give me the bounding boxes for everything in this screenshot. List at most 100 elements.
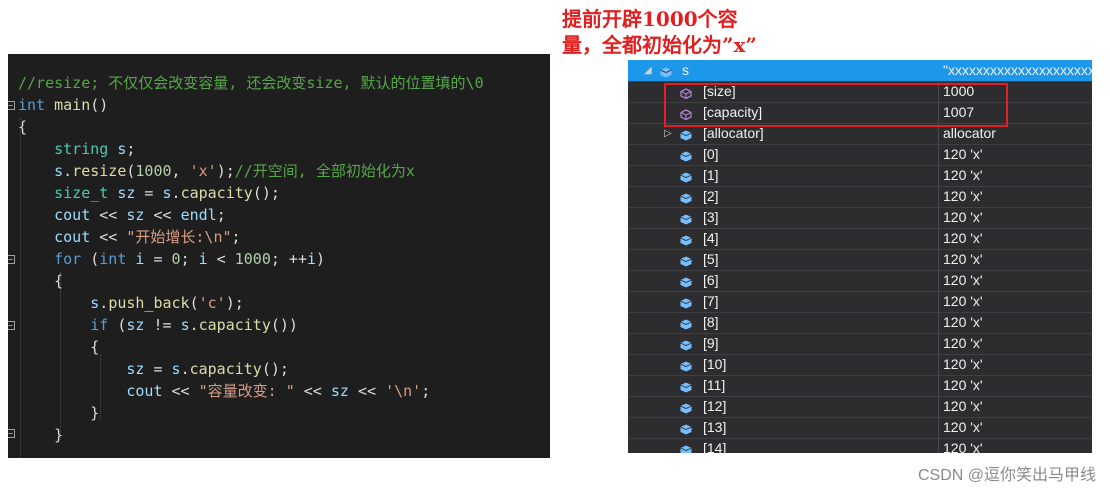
- watch-name: [4]: [703, 230, 719, 246]
- watch-row[interactable]: [9] 120 'x': [628, 333, 1092, 355]
- watch-row[interactable]: [6] 120 'x': [628, 270, 1092, 292]
- watch-row[interactable]: [7] 120 'x': [628, 291, 1092, 313]
- code-line[interactable]: {: [18, 116, 27, 138]
- code-token: sz: [126, 316, 145, 334]
- watch-value[interactable]: 120 'x': [943, 438, 1092, 453]
- watch-value[interactable]: 120 'x': [943, 228, 1092, 249]
- watch-value[interactable]: 120 'x': [943, 249, 1092, 270]
- object-icon: [680, 380, 692, 393]
- watch-value[interactable]: 120 'x': [943, 354, 1092, 375]
- watch-row[interactable]: [11] 120 'x': [628, 375, 1092, 397]
- watch-row[interactable]: [0] 120 'x': [628, 144, 1092, 166]
- watch-name: [14]: [703, 440, 727, 453]
- code-editor[interactable]: − − − − //resize; 不仅仅会改变容量, 还会改变size, 默认…: [8, 54, 550, 458]
- code-line[interactable]: string s;: [18, 138, 135, 160]
- watch-value[interactable]: 120 'x': [943, 396, 1092, 417]
- object-icon: [680, 422, 692, 435]
- code-token: sz: [126, 206, 145, 224]
- code-token: s: [180, 316, 190, 334]
- code-token: string: [54, 140, 109, 158]
- annotation-highlight-box: [664, 83, 1008, 127]
- watch-value[interactable]: 120 'x': [943, 312, 1092, 333]
- code-token: =: [135, 184, 163, 202]
- code-line[interactable]: cout << "容量改变: " << sz << '\n';: [18, 380, 430, 402]
- watch-row[interactable]: [3] 120 'x': [628, 207, 1092, 229]
- code-line[interactable]: {: [18, 270, 63, 292]
- watch-value[interactable]: "xxxxxxxxxxxxxxxxxxxxxxxxxxxxxxxxxxxxx: [943, 60, 1092, 81]
- watch-row[interactable]: [1] 120 'x': [628, 165, 1092, 187]
- code-line[interactable]: s.resize(1000, 'x');//开空间, 全部初始化为x: [18, 160, 415, 182]
- watch-row[interactable]: [12] 120 'x': [628, 396, 1092, 418]
- annotation-line-2: 量，全都初始化为”x”: [562, 33, 757, 57]
- code-line[interactable]: int main(): [18, 94, 108, 116]
- watch-value[interactable]: 120 'x': [943, 291, 1092, 312]
- object-icon: [680, 212, 692, 225]
- watch-row[interactable]: [10] 120 'x': [628, 354, 1092, 376]
- fold-toggle-icon[interactable]: −: [8, 255, 15, 264]
- watch-value[interactable]: 120 'x': [943, 165, 1092, 186]
- fold-toggle-icon[interactable]: −: [8, 321, 15, 330]
- object-icon: [680, 338, 692, 351]
- code-token: (): [90, 96, 109, 114]
- watch-row[interactable]: [4] 120 'x': [628, 228, 1092, 250]
- code-token: s: [54, 162, 64, 180]
- watch-row[interactable]: [8] 120 'x': [628, 312, 1092, 334]
- object-icon: [680, 443, 692, 453]
- code-token: ;: [231, 228, 241, 246]
- code-token: main: [54, 96, 91, 114]
- watch-name: [3]: [703, 209, 719, 225]
- code-line[interactable]: cout << "开始增长:\n";: [18, 226, 241, 248]
- watch-row[interactable]: ◢ s "xxxxxxxxxxxxxxxxxxxxxxxxxxxxxxxxxxxxx: [628, 60, 1092, 82]
- code-line[interactable]: }: [18, 424, 63, 446]
- code-token: {: [18, 338, 100, 356]
- collapse-arrow-icon[interactable]: ◢: [644, 60, 652, 81]
- object-icon: [680, 191, 692, 204]
- code-token: {: [18, 272, 64, 290]
- code-token: <<: [144, 206, 181, 224]
- code-line[interactable]: //resize; 不仅仅会改变容量, 还会改变size, 默认的位置填的\0: [18, 72, 484, 94]
- watch-row[interactable]: [14] 120 'x': [628, 438, 1092, 453]
- fold-toggle-icon[interactable]: −: [8, 101, 15, 110]
- code-line[interactable]: s.push_back('c');: [18, 292, 244, 314]
- watch-row[interactable]: [13] 120 'x': [628, 417, 1092, 439]
- watch-value[interactable]: 120 'x': [943, 144, 1092, 165]
- code-token: endl: [180, 206, 217, 224]
- watch-name: [7]: [703, 293, 719, 309]
- watch-name: [11]: [703, 377, 726, 393]
- object-icon: [680, 359, 692, 372]
- code-line[interactable]: size_t sz = s.capacity();: [18, 182, 280, 204]
- watch-value[interactable]: 120 'x': [943, 186, 1092, 207]
- code-token: 0: [171, 250, 181, 268]
- code-line[interactable]: {: [18, 336, 99, 358]
- code-token: (: [81, 250, 100, 268]
- watch-panel[interactable]: ◢ s "xxxxxxxxxxxxxxxxxxxxxxxxxxxxxxxxxxxxx…: [628, 60, 1092, 453]
- code-line[interactable]: }: [18, 402, 99, 424]
- code-token: (: [189, 294, 199, 312]
- watch-value[interactable]: 120 'x': [943, 417, 1092, 438]
- watch-value[interactable]: 120 'x': [943, 270, 1092, 291]
- watch-name: [0]: [703, 146, 719, 162]
- object-icon: [680, 275, 692, 288]
- code-token: ; ++: [270, 250, 307, 268]
- code-line[interactable]: sz = s.capacity();: [18, 358, 289, 380]
- code-line[interactable]: for (int i = 0; i < 1000; ++i): [18, 248, 325, 270]
- watch-value[interactable]: 120 'x': [943, 333, 1092, 354]
- watch-row[interactable]: [5] 120 'x': [628, 249, 1092, 271]
- code-token: s: [162, 184, 172, 202]
- code-token: sz: [126, 360, 145, 378]
- code-line[interactable]: cout << sz << endl;: [18, 204, 226, 226]
- watch-value[interactable]: 120 'x': [943, 207, 1092, 228]
- code-token: sz: [117, 184, 136, 202]
- code-token: int: [99, 250, 127, 268]
- code-token: ();: [261, 360, 289, 378]
- watch-name: [9]: [703, 335, 719, 351]
- code-line[interactable]: if (sz != s.capacity()): [18, 314, 298, 336]
- watch-value[interactable]: 120 'x': [943, 375, 1092, 396]
- fold-toggle-icon[interactable]: −: [8, 429, 15, 438]
- object-icon: [680, 170, 692, 183]
- watch-row[interactable]: [2] 120 'x': [628, 186, 1092, 208]
- code-token: {: [18, 118, 28, 136]
